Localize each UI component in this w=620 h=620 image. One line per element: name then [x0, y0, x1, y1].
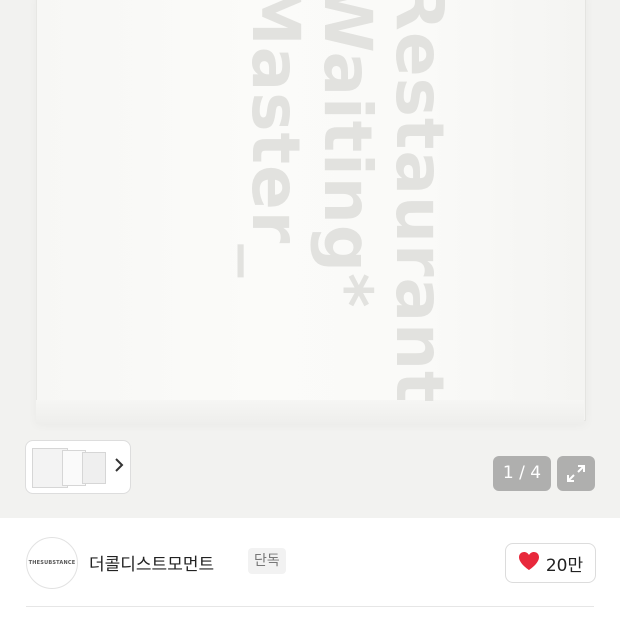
image-pager: 1 / 4: [493, 456, 551, 491]
print-text-line-1: Restaurant: [381, 0, 458, 404]
like-count: 20만: [545, 555, 584, 576]
expand-icon: [557, 465, 595, 495]
thumbnail-strip-button[interactable]: [25, 440, 131, 494]
expand-button[interactable]: [557, 456, 595, 491]
thumbnail-preview: [32, 446, 110, 488]
shirt-hem: [36, 400, 584, 424]
heart-icon: [518, 551, 540, 575]
avatar-logo-text: THESUBSTANCE: [28, 560, 76, 566]
seller-avatar[interactable]: THESUBSTANCE: [26, 537, 78, 589]
seller-row[interactable]: THESUBSTANCE 더콜디스트모먼트 단독 20만: [0, 518, 620, 604]
print-text-line-2: Waiting*: [309, 0, 386, 309]
exclusive-badge: 단독: [248, 548, 286, 574]
chevron-right-icon: [114, 457, 124, 477]
product-image[interactable]: Restaurant Waiting* Master_ 1 / 4: [0, 0, 620, 518]
thumbnail-card: [82, 452, 106, 484]
print-text-line-3: Master_: [237, 0, 314, 279]
seller-name[interactable]: 더콜디스트모먼트: [89, 550, 214, 575]
divider: [26, 606, 594, 607]
like-button[interactable]: 20만: [505, 543, 596, 583]
